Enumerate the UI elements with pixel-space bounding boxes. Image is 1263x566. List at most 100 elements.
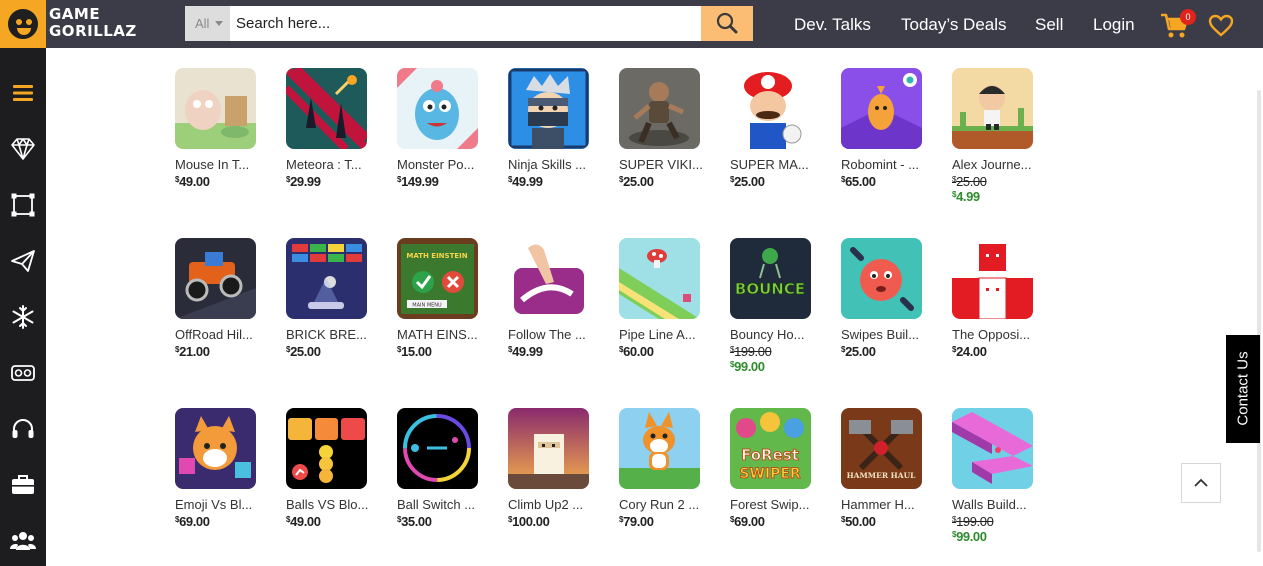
product-card-forest-swiper[interactable]: FoRest SWIPER Forest Swip... $69.00 (730, 408, 820, 529)
cart-count-badge: 0 (1180, 9, 1196, 25)
product-price: $49.00 (286, 514, 321, 529)
product-title: Robomint - ... (841, 157, 920, 172)
diamond-icon[interactable] (10, 136, 36, 162)
product-card-meteora[interactable]: Meteora : T... $29.99 (286, 68, 376, 189)
product-thumbnail (286, 238, 367, 319)
product-thumbnail (175, 408, 256, 489)
product-card-swipes-builder[interactable]: Swipes Buil... $25.00 (841, 238, 931, 359)
product-title: The Opposi... (952, 327, 1031, 342)
product-title: Mouse In T... (175, 157, 250, 172)
product-old-price: $199.00 (952, 514, 994, 529)
product-card-ball-switch[interactable]: Ball Switch ... $35.00 (397, 408, 487, 529)
product-card-math-einstein[interactable]: MATH EINSTEIN MAIN MENU MATH EINS... $15.… (397, 238, 487, 359)
product-title: Ninja Skills ... (508, 157, 587, 172)
product-price: $49.99 (508, 174, 543, 189)
svg-text:MAIN MENU: MAIN MENU (412, 303, 442, 309)
product-card-cory-run-2[interactable]: Cory Run 2 ... $79.00 (619, 408, 709, 529)
contact-us-tab[interactable]: Contact Us (1226, 335, 1260, 443)
product-card-follow-the-line[interactable]: Follow The ... $49.99 (508, 238, 598, 359)
product-sale-price: $99.00 (952, 529, 987, 544)
gorilla-logo-icon[interactable] (0, 0, 46, 48)
product-thumbnail (841, 68, 922, 149)
product-title: Swipes Buil... (841, 327, 920, 342)
headphones-icon[interactable] (10, 416, 36, 442)
snowflake-icon[interactable] (10, 304, 36, 330)
search-icon (716, 12, 738, 34)
product-price: $100.00 (508, 514, 550, 529)
product-card-pipe-line[interactable]: Pipe Line A... $60.00 (619, 238, 709, 359)
product-price: $29.99 (286, 174, 321, 189)
product-card-the-opposite[interactable]: The Opposi... $24.00 (952, 238, 1042, 359)
svg-text:HAMMER HAUL: HAMMER HAUL (847, 471, 917, 480)
product-title: MATH EINS... (397, 327, 478, 342)
product-card-super-mario[interactable]: SUPER MA... $25.00 (730, 68, 820, 189)
product-thumbnail (175, 68, 256, 149)
product-title: Emoji Vs Bl... (175, 497, 253, 512)
product-card-mouse-in-the-house[interactable]: Mouse In T... $49.00 (175, 68, 265, 189)
nav-todays-deals[interactable]: Today’s Deals (901, 15, 1007, 35)
menu-icon[interactable] (10, 80, 36, 106)
vr-headset-icon[interactable] (10, 360, 36, 386)
brand-name[interactable]: GAME GORILLAZ (49, 6, 139, 40)
product-card-ninja-skills[interactable]: Ninja Skills ... $49.99 (508, 68, 598, 189)
search-category-select[interactable]: All (185, 6, 230, 41)
product-title: Follow The ... (508, 327, 586, 342)
product-thumbnail (175, 238, 256, 319)
sidebar (0, 48, 46, 566)
product-price: $49.99 (508, 344, 543, 359)
wishlist-heart-icon[interactable] (1208, 14, 1234, 38)
product-title: Bouncy Ho... (730, 327, 805, 342)
nav-dev-talks[interactable]: Dev. Talks (794, 15, 871, 35)
product-old-price: $199.00 (730, 344, 772, 359)
product-price: $21.00 (175, 344, 210, 359)
product-card-walls-builder[interactable]: Walls Build... $199.00 $99.00 (952, 408, 1042, 544)
product-card-brick-breaker[interactable]: BRICK BRE... $25.00 (286, 238, 376, 359)
product-card-hammer-haul[interactable]: HAMMER HAUL Hammer H... $50.00 (841, 408, 931, 529)
product-thumbnail (952, 238, 1033, 319)
product-card-robomint[interactable]: Robomint - ... $65.00 (841, 68, 931, 189)
product-card-bouncy-hoop[interactable]: BOUNCE Bouncy Ho... $199.00 $99.00 (730, 238, 820, 374)
briefcase-icon[interactable] (10, 472, 36, 498)
product-title: Monster Po... (397, 157, 475, 172)
product-price: $15.00 (397, 344, 432, 359)
brand-line-2: GORILLAZ (49, 22, 137, 40)
product-card-alex-journey[interactable]: Alex Journe... $25.00 $4.99 (952, 68, 1042, 204)
search-bar: All (185, 6, 753, 41)
product-thumbnail (841, 238, 922, 319)
search-button[interactable] (701, 6, 753, 41)
scroll-to-top-button[interactable] (1181, 463, 1221, 503)
product-thumbnail (397, 68, 478, 149)
product-card-super-viking[interactable]: SUPER VIKI... $25.00 (619, 68, 709, 189)
product-card-climb-up-2[interactable]: Climb Up2 ... $100.00 (508, 408, 598, 529)
nav-login[interactable]: Login (1093, 15, 1135, 35)
product-sale-price: $99.00 (730, 359, 765, 374)
product-card-offroad-hill[interactable]: OffRoad Hil... $21.00 (175, 238, 265, 359)
product-thumbnail (286, 68, 367, 149)
svg-text:SWIPER: SWIPER (739, 466, 801, 482)
product-card-balls-vs-blocks[interactable]: Balls VS Blo... $49.00 (286, 408, 376, 529)
product-thumbnail: HAMMER HAUL (841, 408, 922, 489)
paper-plane-icon[interactable] (10, 248, 36, 274)
chevron-up-icon (1194, 478, 1208, 487)
nav-sell[interactable]: Sell (1035, 15, 1063, 35)
product-title: Ball Switch ... (397, 497, 476, 512)
product-thumbnail (508, 68, 589, 149)
search-input[interactable] (230, 6, 701, 41)
product-thumbnail (619, 238, 700, 319)
product-price: $25.00 (286, 344, 321, 359)
top-bar: GAME GORILLAZ All Dev. Talks Today’s Dea… (0, 0, 1263, 48)
svg-text:FoRest: FoRest (741, 446, 799, 464)
product-price: $60.00 (619, 344, 654, 359)
product-price: $25.00 (841, 344, 876, 359)
product-card-emoji-vs-blocks[interactable]: Emoji Vs Bl... $69.00 (175, 408, 265, 529)
product-title: SUPER VIKI... (619, 157, 703, 172)
product-price: $79.00 (619, 514, 654, 529)
scrollbar[interactable] (1257, 90, 1261, 552)
users-icon[interactable] (10, 528, 36, 554)
contact-us-label: Contact Us (1234, 351, 1252, 426)
product-title: Climb Up2 ... (508, 497, 584, 512)
product-card-monster-pop[interactable]: Monster Po... $149.99 (397, 68, 487, 189)
crop-frame-icon[interactable] (10, 192, 36, 218)
brand-line-1: GAME (49, 5, 101, 23)
product-title: OffRoad Hil... (175, 327, 253, 342)
